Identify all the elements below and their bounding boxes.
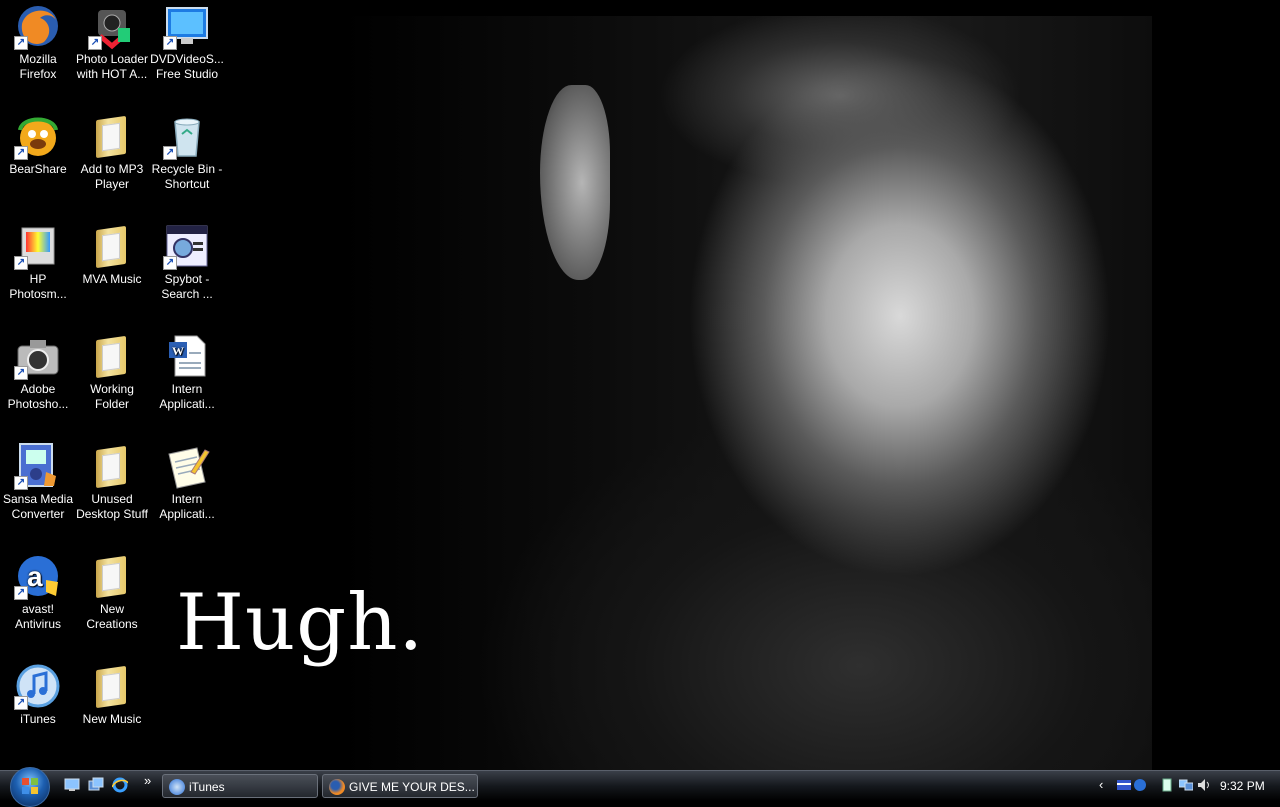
dvd-video-studio-icon: ↗ xyxy=(163,2,211,50)
desktop-icon-add-to-mp3-player[interactable]: Add to MP3 Player xyxy=(74,112,150,192)
wallpaper-caption: Hugh. xyxy=(176,578,425,668)
folder-icon xyxy=(88,332,136,380)
svg-text:a: a xyxy=(27,561,43,592)
quick-launch-more-button[interactable]: » xyxy=(144,773,151,788)
folder-icon xyxy=(88,112,136,160)
bearshare-icon: ↗ xyxy=(14,112,62,160)
sansa-converter-icon: ↗ xyxy=(14,442,62,490)
start-button[interactable] xyxy=(10,767,50,807)
desktop-icon-bearshare[interactable]: ↗ BearShare xyxy=(0,112,76,177)
system-clock[interactable]: 9:32 PM xyxy=(1220,779,1265,793)
windows-logo-icon xyxy=(22,778,38,794)
folder-icon xyxy=(88,552,136,600)
itunes-icon xyxy=(169,779,185,795)
desktop-icon-hp-photosmart[interactable]: ↗ HP Photosm... xyxy=(0,222,76,302)
hp-photosmart-icon: ↗ xyxy=(14,222,62,270)
desktop-icon-adobe-photoshop[interactable]: ↗ Adobe Photosho... xyxy=(0,332,76,412)
task-button-itunes[interactable]: iTunes xyxy=(162,774,318,798)
internet-explorer-icon[interactable] xyxy=(111,777,129,793)
wallpaper-portrait xyxy=(340,16,1152,770)
folder-icon xyxy=(88,662,136,710)
tray-security-icon[interactable] xyxy=(1133,778,1147,792)
desktop-icon-firefox[interactable]: ↗ Mozilla Firefox xyxy=(0,2,76,82)
switch-windows-icon[interactable] xyxy=(88,777,104,793)
task-button-firefox[interactable]: GIVE ME YOUR DES... xyxy=(322,774,478,798)
volume-icon[interactable] xyxy=(1197,778,1211,792)
firefox-icon xyxy=(329,779,345,795)
avast-icon: a ↗ xyxy=(14,552,62,600)
desktop-icon-unused-desktop-stuff[interactable]: Unused Desktop Stuff xyxy=(74,442,150,522)
show-desktop-icon[interactable] xyxy=(64,777,80,793)
desktop-icon-photo-loader[interactable]: ↗ Photo Loader with HOT A... xyxy=(74,2,150,82)
desktop-icon-intern-application-text[interactable]: Intern Applicati... xyxy=(149,442,225,522)
folder-icon xyxy=(88,442,136,490)
camera-icon: ↗ xyxy=(14,332,62,380)
desktop-icon-spybot[interactable]: ↗ Spybot - Search ... xyxy=(149,222,225,302)
desktop-icon-mva-music[interactable]: MVA Music xyxy=(74,222,150,287)
tray-network-flag-icon[interactable] xyxy=(1117,778,1131,792)
taskbar: » iTunes GIVE ME YOUR DES... ‹ 9:32 PM xyxy=(0,767,1280,807)
desktop-icon-itunes[interactable]: ↗ iTunes xyxy=(0,662,76,727)
desktop-icon-recycle-bin[interactable]: ↗ Recycle Bin - Shortcut xyxy=(149,112,225,192)
desktop-icon-working-folder[interactable]: Working Folder xyxy=(74,332,150,412)
itunes-icon: ↗ xyxy=(14,662,62,710)
photo-loader-icon: ↗ xyxy=(88,2,136,50)
svg-text:W: W xyxy=(172,344,184,358)
tray-expand-button[interactable]: ‹ xyxy=(1099,777,1103,792)
desktop-icon-new-creations[interactable]: New Creations xyxy=(74,552,150,632)
spybot-icon: ↗ xyxy=(163,222,211,270)
tray-network-icon[interactable] xyxy=(1178,778,1194,792)
recycle-bin-icon: ↗ xyxy=(163,112,211,160)
system-tray: ‹ 9:32 PM xyxy=(1095,771,1280,801)
desktop-icon-dvd-video-studio[interactable]: ↗ DVDVideoS... Free Studio xyxy=(149,2,225,82)
notepad-pencil-icon xyxy=(163,442,211,490)
word-document-icon: W xyxy=(163,332,211,380)
folder-icon xyxy=(88,222,136,270)
desktop-icon-intern-application-doc[interactable]: W Intern Applicati... xyxy=(149,332,225,412)
desktop-icon-avast-antivirus[interactable]: a ↗ avast! Antivirus xyxy=(0,552,76,632)
desktop-icon-new-music[interactable]: New Music xyxy=(74,662,150,727)
tray-device-icon[interactable] xyxy=(1161,778,1175,792)
desktop-icon-sansa-media-converter[interactable]: ↗ Sansa Media Converter xyxy=(0,442,76,522)
firefox-icon: ↗ xyxy=(14,2,62,50)
